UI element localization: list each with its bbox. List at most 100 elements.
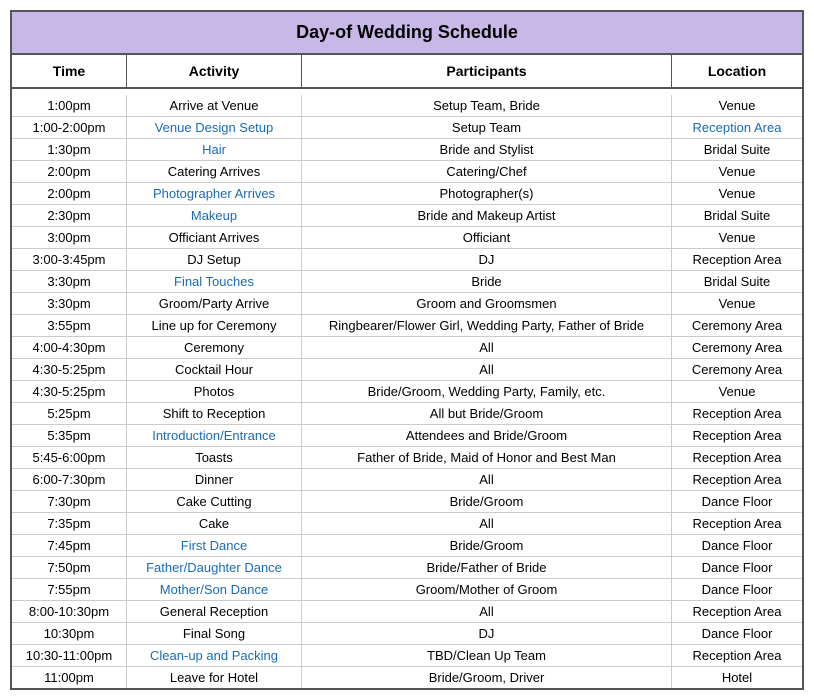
table-row: 3:55pmLine up for CeremonyRingbearer/Flo… [12,315,802,337]
table-cell: 7:45pm [12,535,127,556]
table-cell: Ceremony Area [672,337,802,358]
table-row: 1:30pmHairBride and StylistBridal Suite [12,139,802,161]
table-cell: 4:30-5:25pm [12,381,127,402]
table-cell: Bride/Father of Bride [302,557,672,578]
table-cell: Clean-up and Packing [127,645,302,666]
table-cell: 2:00pm [12,161,127,182]
table-cell: Ceremony Area [672,315,802,336]
table-cell: 6:00-7:30pm [12,469,127,490]
table-cell: Bridal Suite [672,205,802,226]
table-cell: Setup Team, Bride [302,95,672,116]
table-cell: Cake [127,513,302,534]
table-cell: 1:00pm [12,95,127,116]
table-row: 8:00-10:30pmGeneral ReceptionAllReceptio… [12,601,802,623]
table-row: 5:45-6:00pmToastsFather of Bride, Maid o… [12,447,802,469]
table-cell: TBD/Clean Up Team [302,645,672,666]
table-row: 2:00pmCatering ArrivesCatering/ChefVenue [12,161,802,183]
table-cell: Makeup [127,205,302,226]
schedule-title: Day-of Wedding Schedule [12,12,802,55]
table-cell: Hair [127,139,302,160]
table-cell: 10:30-11:00pm [12,645,127,666]
table-row: 3:30pmGroom/Party ArriveGroom and Grooms… [12,293,802,315]
table-cell: DJ Setup [127,249,302,270]
table-cell: Groom/Party Arrive [127,293,302,314]
table-cell: 5:35pm [12,425,127,446]
table-cell: Ceremony [127,337,302,358]
table-cell: DJ [302,249,672,270]
table-cell: 7:30pm [12,491,127,512]
table-cell: Leave for Hotel [127,667,302,688]
table-cell: Groom and Groomsmen [302,293,672,314]
table-cell: Venue [672,95,802,116]
table-cell: 8:00-10:30pm [12,601,127,622]
table-cell: 4:00-4:30pm [12,337,127,358]
table-cell: Dance Floor [672,623,802,644]
table-cell: Reception Area [672,601,802,622]
table-row: 3:00-3:45pmDJ SetupDJReception Area [12,249,802,271]
table-cell: Bride/Groom, Driver [302,667,672,688]
table-row: 7:30pmCake CuttingBride/GroomDance Floor [12,491,802,513]
table-cell: Venue Design Setup [127,117,302,138]
table-cell: Venue [672,183,802,204]
table-cell: Bridal Suite [672,271,802,292]
table-cell: Bride/Groom, Wedding Party, Family, etc. [302,381,672,402]
table-cell: 10:30pm [12,623,127,644]
table-cell: All but Bride/Groom [302,403,672,424]
schedule-body: 1:00pmArrive at VenueSetup Team, BrideVe… [12,89,802,688]
table-cell: 2:30pm [12,205,127,226]
schedule-header: Time Activity Participants Location [12,55,802,89]
table-cell: Bride/Groom [302,491,672,512]
table-cell: Officiant [302,227,672,248]
table-cell: 7:35pm [12,513,127,534]
table-cell: 1:30pm [12,139,127,160]
table-cell: 3:00pm [12,227,127,248]
table-cell: Ringbearer/Flower Girl, Wedding Party, F… [302,315,672,336]
table-cell: Reception Area [672,469,802,490]
table-cell: Photographer(s) [302,183,672,204]
table-cell: 3:30pm [12,271,127,292]
table-cell: Setup Team [302,117,672,138]
table-row: 1:00pmArrive at VenueSetup Team, BrideVe… [12,95,802,117]
table-cell: Shift to Reception [127,403,302,424]
table-row: 4:00-4:30pmCeremonyAllCeremony Area [12,337,802,359]
table-cell: Father/Daughter Dance [127,557,302,578]
table-cell: Final Touches [127,271,302,292]
table-cell: Cake Cutting [127,491,302,512]
table-cell: Photos [127,381,302,402]
table-cell: Venue [672,161,802,182]
table-row: 7:55pmMother/Son DanceGroom/Mother of Gr… [12,579,802,601]
table-row: 6:00-7:30pmDinnerAllReception Area [12,469,802,491]
table-cell: Reception Area [672,249,802,270]
table-cell: All [302,469,672,490]
table-cell: 2:00pm [12,183,127,204]
table-cell: General Reception [127,601,302,622]
table-cell: Dance Floor [672,535,802,556]
table-cell: All [302,359,672,380]
table-cell: Mother/Son Dance [127,579,302,600]
header-location: Location [672,55,802,87]
table-row: 4:30-5:25pmPhotosBride/Groom, Wedding Pa… [12,381,802,403]
header-activity: Activity [127,55,302,87]
table-cell: 7:55pm [12,579,127,600]
table-cell: Groom/Mother of Groom [302,579,672,600]
table-cell: All [302,601,672,622]
table-cell: First Dance [127,535,302,556]
table-cell: Venue [672,293,802,314]
table-cell: Officiant Arrives [127,227,302,248]
table-cell: Dance Floor [672,491,802,512]
table-cell: 1:00-2:00pm [12,117,127,138]
table-cell: Dance Floor [672,579,802,600]
table-cell: 11:00pm [12,667,127,688]
table-cell: Catering/Chef [302,161,672,182]
header-time: Time [12,55,127,87]
table-cell: Father of Bride, Maid of Honor and Best … [302,447,672,468]
table-cell: Reception Area [672,645,802,666]
table-row: 7:35pmCakeAllReception Area [12,513,802,535]
table-cell: Dance Floor [672,557,802,578]
table-cell: Venue [672,381,802,402]
table-cell: DJ [302,623,672,644]
table-row: 7:50pmFather/Daughter DanceBride/Father … [12,557,802,579]
table-cell: Attendees and Bride/Groom [302,425,672,446]
table-cell: Ceremony Area [672,359,802,380]
table-cell: Photographer Arrives [127,183,302,204]
